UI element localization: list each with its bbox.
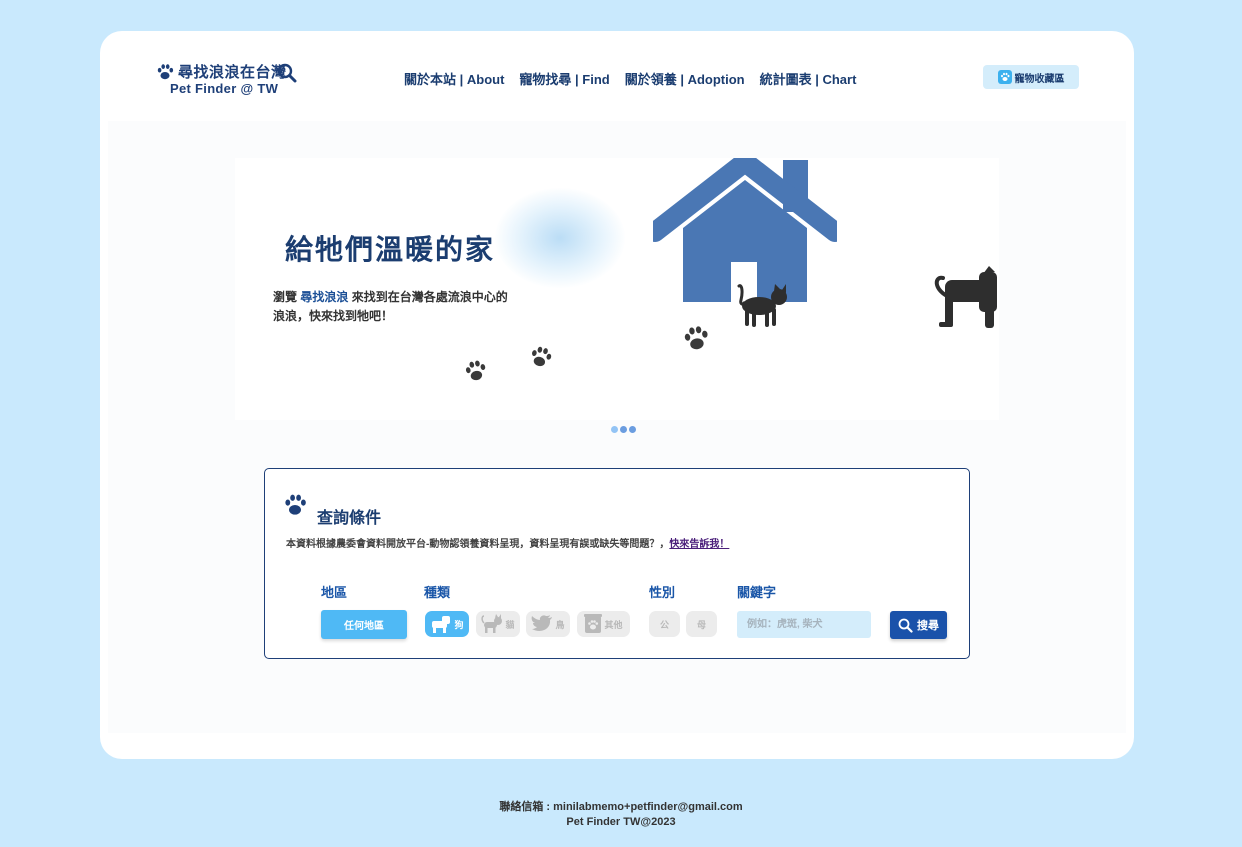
site-header: 尋找浪浪在台灣 Pet Finder @ TW 關於本站 | About 寵物找… xyxy=(100,31,1134,121)
pet-food-icon xyxy=(584,614,603,633)
feedback-link[interactable]: 快來告訴我！ xyxy=(669,539,729,550)
paw-print-icon xyxy=(465,360,486,381)
bird-icon xyxy=(532,615,553,631)
sex-male-button[interactable]: 公 xyxy=(649,611,680,637)
site-logo[interactable]: 尋找浪浪在台灣 Pet Finder @ TW xyxy=(156,61,306,101)
label-type: 種類 xyxy=(424,585,451,600)
favorites-label: 寵物收藏區 xyxy=(1014,73,1065,85)
hero-title: 給牠們溫暖的家 xyxy=(285,234,496,265)
contact-email: 聯絡信箱 : minilabmemo+petfinder@gmail.com xyxy=(499,801,743,813)
nav-about[interactable]: 關於本站 | About xyxy=(404,69,504,88)
cat-icon xyxy=(481,614,503,633)
search-icon xyxy=(898,618,913,633)
main-card: 尋找浪浪在台灣 Pet Finder @ TW 關於本站 | About 寵物找… xyxy=(100,31,1134,759)
magnifier-icon xyxy=(277,63,297,83)
paw-icon xyxy=(997,70,1012,84)
carousel-dot[interactable] xyxy=(620,426,627,433)
type-dog-button[interactable]: 狗 xyxy=(425,611,469,637)
label-region: 地區 xyxy=(321,585,348,600)
label-keyword: 關鍵字 xyxy=(737,585,777,600)
logo-title-cn: 尋找浪浪在台灣 xyxy=(178,64,287,81)
carousel-indicators xyxy=(611,426,636,433)
main-nav: 關於本站 | About 寵物找尋 | Find 關於領養 | Adoption… xyxy=(404,69,856,88)
favorites-button[interactable]: 寵物收藏區 xyxy=(983,65,1079,89)
paw-print-icon xyxy=(532,346,552,367)
hero-description: 瀏覽 尋找浪浪 來找到在台灣各處流浪中心的浪浪，快來找到牠吧！ xyxy=(273,290,508,323)
paw-icon xyxy=(157,64,174,80)
paw-icon xyxy=(285,494,306,515)
decorative-glow xyxy=(495,188,625,288)
paw-print-icon xyxy=(684,326,708,350)
type-other-button[interactable]: 其他 xyxy=(577,611,630,637)
dog-icon xyxy=(432,616,451,633)
nav-find[interactable]: 寵物找尋 | Find xyxy=(519,69,609,88)
keyword-input[interactable] xyxy=(737,611,871,638)
carousel-dot[interactable] xyxy=(611,426,618,433)
logo-title-en: Pet Finder @ TW xyxy=(170,81,279,96)
search-button[interactable]: 搜尋 xyxy=(890,611,947,639)
dog-illustration xyxy=(934,266,997,328)
type-cat-button[interactable]: 貓 xyxy=(476,611,520,637)
hero-highlight: 尋找浪浪 xyxy=(300,290,349,304)
type-bird-button[interactable]: 鳥 xyxy=(526,611,570,637)
site-footer: 聯絡信箱 : minilabmemo+petfinder@gmail.com P… xyxy=(0,800,1242,830)
cat-illustration xyxy=(737,284,787,327)
nav-chart[interactable]: 統計圖表 | Chart xyxy=(760,69,857,88)
search-panel: 查詢條件 本資料根據農委會資料開放平台-動物認領養資料呈現，資料呈現有誤或缺失等… xyxy=(264,468,970,659)
hero-carousel: 給牠們溫暖的家 瀏覽 尋找浪浪 來找到在台灣各處流浪中心的浪浪，快來找到牠吧！ xyxy=(235,158,999,420)
search-title: 查詢條件 xyxy=(317,510,382,527)
region-select-button[interactable]: 任何地區 xyxy=(321,610,407,639)
sex-female-button[interactable]: 母 xyxy=(686,611,717,637)
copyright: Pet Finder TW@2023 xyxy=(566,816,676,828)
data-source-note: 本資料根據農委會資料開放平台-動物認領養資料呈現，資料呈現有誤或缺失等問題？，快… xyxy=(286,539,730,550)
label-sex: 性別 xyxy=(649,585,676,600)
page-content: 給牠們溫暖的家 瀏覽 尋找浪浪 來找到在台灣各處流浪中心的浪浪，快來找到牠吧！ xyxy=(108,121,1126,733)
carousel-dot[interactable] xyxy=(629,426,636,433)
nav-adoption[interactable]: 關於領養 | Adoption xyxy=(625,69,745,88)
